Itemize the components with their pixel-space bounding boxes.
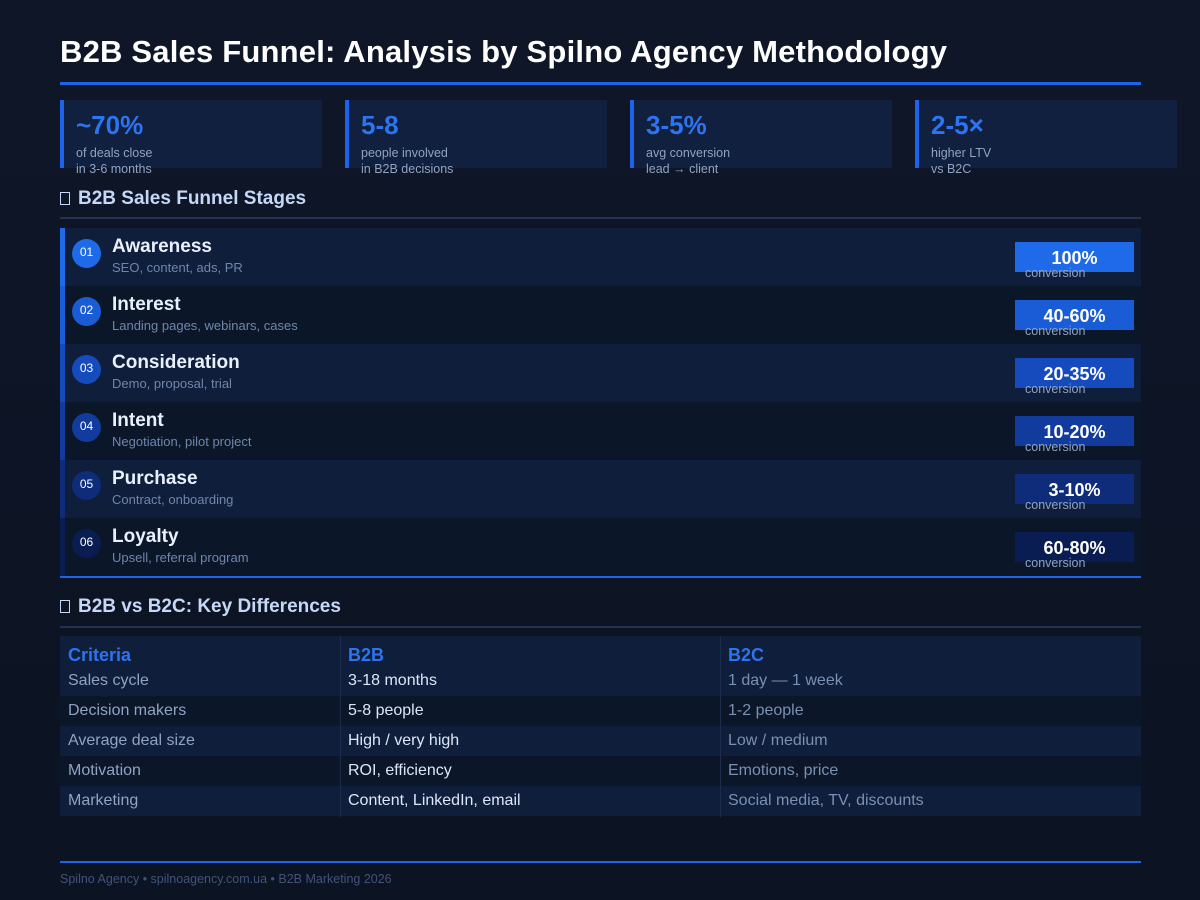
section-divider bbox=[60, 626, 1141, 628]
footer-text: Spilno Agency • spilnoagency.com.ua • B2… bbox=[60, 872, 392, 886]
stage-conversion-label: conversion bbox=[1025, 382, 1086, 396]
stage-conversion-label: conversion bbox=[1025, 324, 1086, 338]
stage-conversion-label: conversion bbox=[1025, 498, 1086, 512]
funnel-stage: 06 Loyalty Upsell, referral program 60-80% c… bbox=[60, 518, 1141, 576]
table-cell: 1-2 people bbox=[728, 702, 804, 719]
stage-name: Consideration bbox=[112, 352, 240, 373]
title-divider bbox=[60, 82, 1141, 85]
table-row: Motivation ROI, efficiency Emotions, price bbox=[60, 756, 1141, 786]
stage-name: Interest bbox=[112, 294, 181, 315]
table-row: Decision makers 5-8 people 1-2 people bbox=[60, 696, 1141, 726]
stage-conversion-label: conversion bbox=[1025, 556, 1086, 570]
table-row: Sales cycle 3-18 months 1 day — 1 week bbox=[60, 666, 1141, 696]
stat-card: 5-8 people involved in B2B decisions bbox=[345, 100, 607, 176]
funnel-stage: 05 Purchase Contract, onboarding 3-10% conve… bbox=[60, 460, 1141, 518]
stage-description: Contract, onboarding bbox=[112, 492, 234, 507]
table-cell: Motivation bbox=[68, 762, 141, 779]
stage-number-badge: 01 bbox=[72, 239, 101, 268]
chart-icon bbox=[60, 192, 70, 205]
funnel-stage: 02 Interest Landing pages, webinars, cases… bbox=[60, 286, 1141, 344]
table-cell: High / very high bbox=[348, 732, 460, 749]
stat-value: 2-5× bbox=[931, 110, 984, 140]
stage-description: Upsell, referral program bbox=[112, 550, 249, 565]
stats-row: ~70% of deals close in 3-6 months 5-8 pe… bbox=[60, 100, 1200, 176]
funnel-stage: 01 Awareness SEO, content, ads, PR 100% conv… bbox=[60, 228, 1141, 286]
funnel-stage: 04 Intent Negotiation, pilot project 10-20%… bbox=[60, 402, 1141, 460]
stage-number-badge: 04 bbox=[72, 413, 101, 442]
table-cell: 3-18 months bbox=[348, 672, 437, 689]
funnel-heading: B2B Sales Funnel Stages bbox=[60, 188, 306, 210]
stat-line: in B2B decisions bbox=[361, 162, 454, 176]
stage-number-badge: 06 bbox=[72, 529, 101, 558]
stage-conversion-label: conversion bbox=[1025, 266, 1086, 280]
stage-name: Purchase bbox=[112, 468, 198, 489]
stat-card: ~70% of deals close in 3-6 months bbox=[60, 100, 322, 176]
stat-line: lead → client bbox=[646, 162, 719, 176]
table-cell: ROI, efficiency bbox=[348, 762, 452, 779]
table-cell: Decision makers bbox=[68, 702, 187, 719]
stage-description: Negotiation, pilot project bbox=[112, 434, 252, 449]
page-title: B2B Sales Funnel: Analysis by Spilno Age… bbox=[60, 34, 948, 69]
stat-line: of deals close bbox=[76, 146, 153, 160]
table-cell: Social media, TV, discounts bbox=[728, 792, 924, 809]
table-cell: Low / medium bbox=[728, 732, 828, 749]
stage-conversion-label: conversion bbox=[1025, 440, 1086, 454]
stage-description: Landing pages, webinars, cases bbox=[112, 318, 298, 333]
table-column-divider bbox=[720, 636, 721, 817]
stat-value: ~70% bbox=[76, 110, 144, 140]
stage-number-badge: 02 bbox=[72, 297, 101, 326]
comparison-heading-text: B2B vs B2C: Key Differences bbox=[78, 596, 341, 617]
stat-card: 3-5% avg conversion lead → client bbox=[630, 100, 892, 176]
table-row: Marketing Content, LinkedIn, email Social … bbox=[60, 786, 1141, 816]
stat-line: higher LTV bbox=[931, 146, 992, 160]
stage-number-badge: 03 bbox=[72, 355, 101, 384]
compare-icon bbox=[60, 600, 70, 613]
stat-line: vs B2C bbox=[931, 162, 972, 176]
stage-description: Demo, proposal, trial bbox=[112, 376, 232, 391]
stat-line: avg conversion bbox=[646, 146, 731, 160]
table-row: Average deal size High / very high Low / m… bbox=[60, 726, 1141, 756]
stage-description: SEO, content, ads, PR bbox=[112, 260, 243, 275]
stat-description: people involved in B2B decisions bbox=[361, 145, 453, 177]
table-cell: 1 day — 1 week bbox=[728, 672, 843, 689]
stat-description: of deals close in 3-6 months bbox=[76, 145, 152, 177]
table-cell: Marketing bbox=[68, 792, 139, 809]
stat-line: people involved bbox=[361, 146, 448, 160]
stat-value: 3-5% bbox=[646, 110, 707, 140]
footer-divider bbox=[60, 861, 1141, 863]
stage-name: Intent bbox=[112, 410, 164, 431]
table-cell: Content, LinkedIn, email bbox=[348, 792, 521, 809]
table-cell: 5-8 people bbox=[348, 702, 424, 719]
stat-card: 2-5× higher LTV vs B2C bbox=[915, 100, 1177, 176]
stage-name: Loyalty bbox=[112, 526, 179, 547]
table-cell: Emotions, price bbox=[728, 762, 839, 779]
stat-value: 5-8 bbox=[361, 110, 399, 140]
table-column-divider bbox=[340, 636, 341, 817]
stage-name: Awareness bbox=[112, 236, 212, 257]
funnel-bottom-rule bbox=[60, 576, 1141, 578]
stage-number-badge: 05 bbox=[72, 471, 101, 500]
stat-description: avg conversion lead → client bbox=[646, 145, 730, 177]
stat-description: higher LTV vs B2C bbox=[931, 145, 991, 177]
funnel-heading-text: B2B Sales Funnel Stages bbox=[78, 188, 307, 209]
section-divider bbox=[60, 217, 1141, 219]
table-header-row: Criteria B2B B2C bbox=[60, 636, 1141, 666]
table-cell: Sales cycle bbox=[68, 672, 149, 689]
comparison-heading: B2B vs B2C: Key Differences bbox=[60, 596, 341, 618]
stat-line: in 3-6 months bbox=[76, 162, 152, 176]
funnel-stage: 03 Consideration Demo, proposal, trial 20-3… bbox=[60, 344, 1141, 402]
table-cell: Average deal size bbox=[68, 732, 195, 749]
